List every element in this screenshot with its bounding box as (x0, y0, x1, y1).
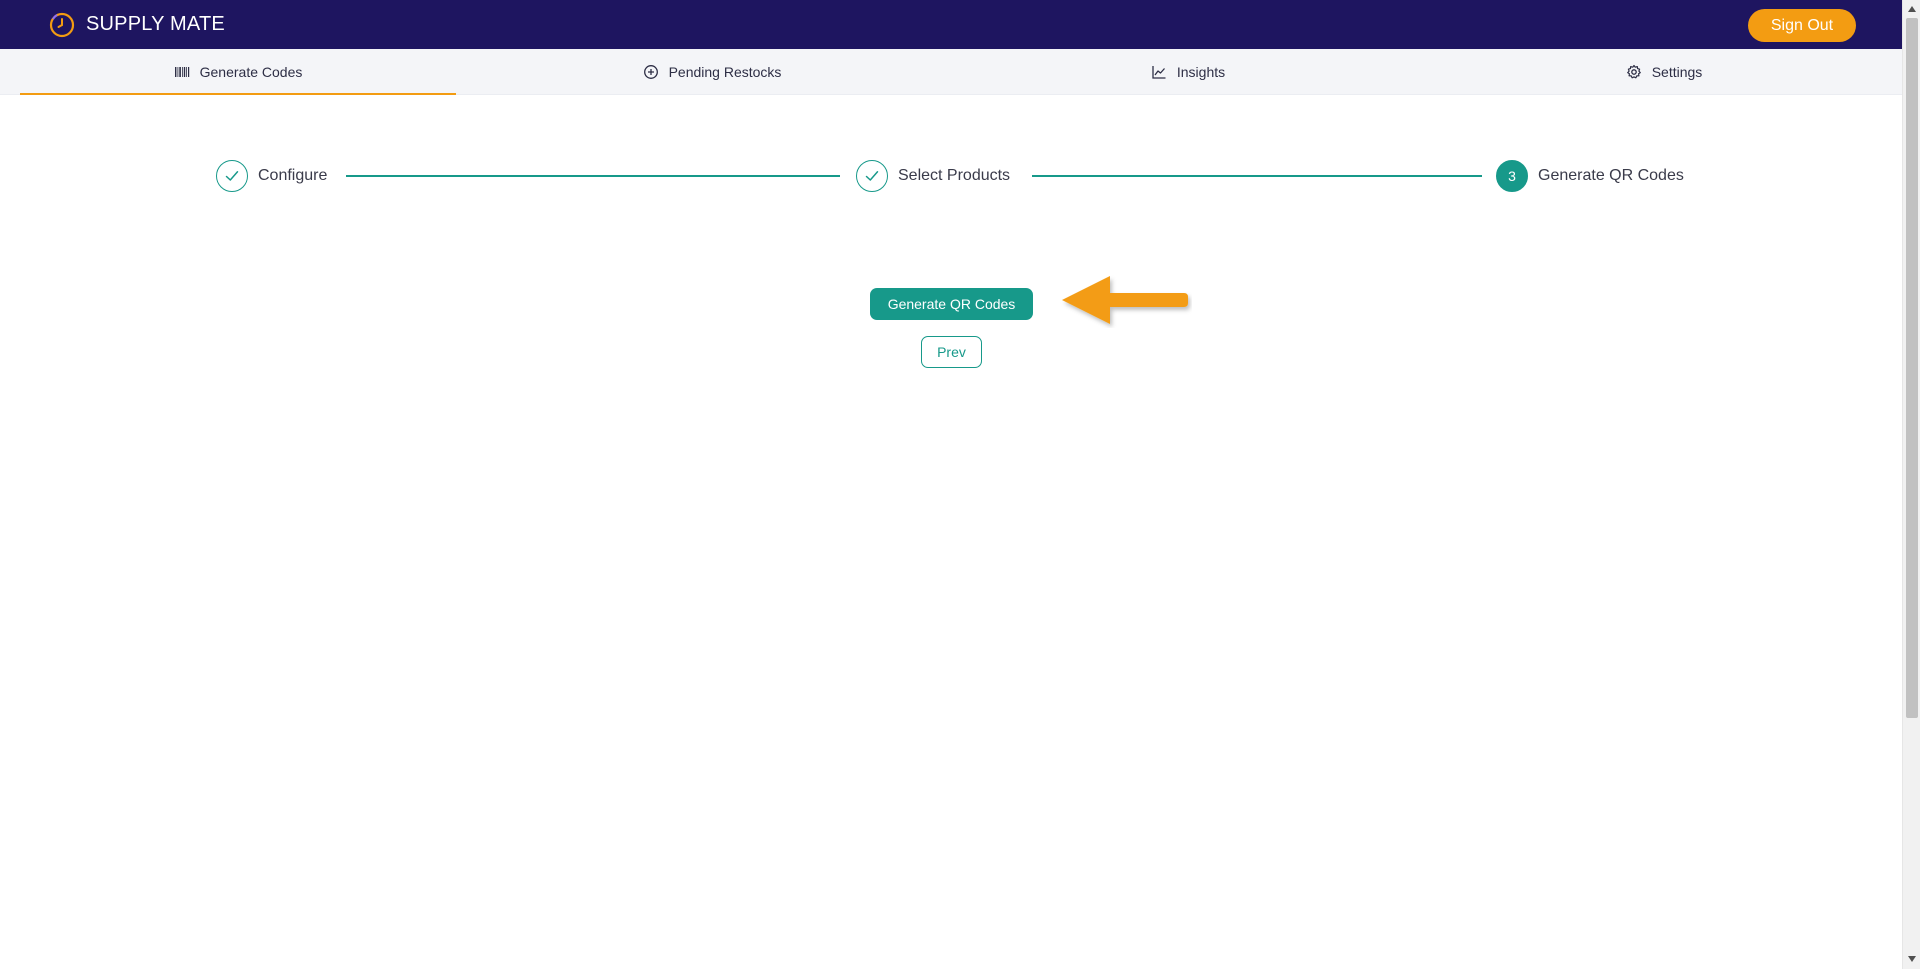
brand[interactable]: SUPPLY MATE (48, 0, 225, 49)
tab-generate-codes[interactable]: Generate Codes (20, 49, 456, 95)
tab-pending-restocks[interactable]: Pending Restocks (494, 49, 930, 95)
check-icon (225, 171, 239, 181)
check-icon (865, 171, 879, 181)
sign-out-button[interactable]: Sign Out (1748, 9, 1856, 42)
tab-insights[interactable]: Insights (970, 49, 1406, 95)
step-number-circle: 3 (1496, 160, 1528, 192)
top-bar: SUPPLY MATE Sign Out (0, 0, 1902, 49)
step-label: Configure (258, 167, 328, 184)
triangle-down-icon (1908, 956, 1916, 962)
step-select-products[interactable]: Select Products (856, 160, 1010, 192)
step-complete-circle (216, 160, 248, 192)
tab-label: Generate Codes (199, 64, 303, 80)
gear-icon (1626, 64, 1641, 79)
step-configure[interactable]: Configure (216, 160, 327, 192)
prev-button[interactable]: Prev (921, 336, 982, 368)
step-connector (1032, 175, 1482, 177)
generate-qr-codes-button[interactable]: Generate QR Codes (870, 288, 1033, 320)
step-connector (346, 175, 840, 177)
main-nav: Generate Codes Pending Restocks Insights… (0, 49, 1902, 95)
plus-circle-icon (643, 65, 658, 79)
tab-label: Pending Restocks (668, 64, 782, 80)
scroll-thumb[interactable] (1906, 18, 1918, 718)
line-chart-icon (1152, 66, 1166, 79)
step-label: Generate QR Codes (1538, 167, 1684, 184)
scroll-up-arrow[interactable] (1903, 1, 1920, 17)
step-complete-circle (856, 160, 888, 192)
step-label: Select Products (898, 167, 1011, 184)
tab-label: Insights (1176, 64, 1226, 80)
page: SUPPLY MATE Sign Out Generate Codes Pend… (0, 0, 1920, 969)
tab-label: Settings (1651, 64, 1703, 80)
scroll-down-arrow[interactable] (1903, 951, 1920, 967)
arrow-left-icon (1062, 276, 1188, 324)
clock-logo-icon (49, 12, 75, 37)
triangle-up-icon (1908, 6, 1916, 12)
vertical-scrollbar[interactable] (1902, 0, 1920, 969)
app-name: SUPPLY MATE (86, 13, 225, 35)
barcode-icon (174, 67, 189, 77)
tab-settings[interactable]: Settings (1446, 49, 1882, 95)
step-generate-qr-codes[interactable]: 3 Generate QR Codes (1496, 160, 1684, 192)
